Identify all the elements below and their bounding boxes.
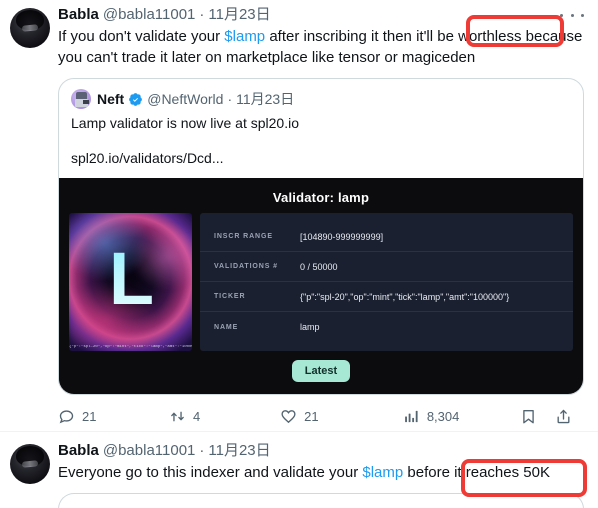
validator-detail-table: INSCR RANGE [104890-999999999] VALIDATIO… <box>200 213 573 351</box>
heart-icon <box>281 409 296 423</box>
tweet-body: Babla @babla11001 · 11月23日 If you don't … <box>58 6 586 431</box>
quoted-text-line2[interactable]: spl20.io/validators/Dcd... <box>71 149 571 168</box>
share-button[interactable] <box>555 408 584 425</box>
quoted-tweet-text: Lamp validator is now live at spl20.io s… <box>71 114 571 168</box>
tweet-date[interactable]: 11月23日 <box>208 442 270 460</box>
tweet-text: Everyone go to this indexer and validate… <box>58 462 584 483</box>
validator-card-title: Validator: lamp <box>272 190 370 205</box>
share-icon <box>557 409 570 423</box>
validator-thumbnail: L {"p":"spl-20","op":"mint","tick":"lamp… <box>69 213 192 351</box>
quoted-tweet[interactable]: Neft @NeftWorld · 11月23日 Lamp validator … <box>58 78 584 395</box>
separator-dot: · <box>199 6 205 23</box>
row-value: [104890-999999999] <box>300 231 384 242</box>
validator-card-footer: Latest <box>69 351 573 384</box>
tweet-primary[interactable]: Babla @babla11001 · 11月23日 If you don't … <box>0 0 598 431</box>
tweet-date[interactable]: 11月23日 <box>208 6 270 24</box>
twitter-feed: Babla @babla11001 · 11月23日 If you don't … <box>0 0 598 508</box>
row-value: 0 / 50000 <box>300 261 338 272</box>
author-display-name[interactable]: Babla <box>58 442 99 460</box>
cashtag-link[interactable]: $lamp <box>224 28 265 45</box>
bookmark-icon <box>522 409 534 423</box>
tweet-text-part1: If you don't validate your <box>58 28 225 45</box>
author-display-name[interactable]: Babla <box>58 6 99 24</box>
tweet-header: Babla @babla11001 · 11月23日 <box>58 6 584 24</box>
thumbnail-caption: {"p":"spl-20","op":"mint","tick":"lamp",… <box>69 345 192 349</box>
tweet-body: Babla @babla11001 · 11月23日 Everyone go t… <box>58 442 586 508</box>
bookmark-button[interactable] <box>520 408 555 425</box>
quoted-avatar[interactable] <box>71 89 91 109</box>
quoted-tweet-date[interactable]: 11月23日 <box>236 90 294 108</box>
like-button[interactable]: 21 <box>280 408 403 425</box>
table-row: VALIDATIONS # 0 / 50000 <box>200 252 573 282</box>
verified-badge-icon <box>129 92 143 106</box>
dot <box>581 13 584 17</box>
retweet-button[interactable]: 4 <box>169 408 280 425</box>
dot <box>570 13 574 17</box>
table-row: NAME lamp <box>200 312 573 342</box>
avatar-column <box>10 442 58 508</box>
avatar[interactable] <box>10 8 50 48</box>
row-label: INSCR RANGE <box>214 233 273 240</box>
quoted-author-handle[interactable]: @NeftWorld <box>147 90 223 108</box>
latest-badge[interactable]: Latest <box>291 360 351 382</box>
author-handle[interactable]: @babla11001 <box>103 6 196 24</box>
row-label: VALIDATIONS # <box>214 263 278 270</box>
validator-card-body: L {"p":"spl-20","op":"mint","tick":"lamp… <box>69 213 573 351</box>
more-options-button[interactable] <box>560 6 584 24</box>
row-label: TICKER <box>214 293 246 300</box>
quoted-author-display-name[interactable]: Neft <box>97 90 124 108</box>
tweet-text-part2: before it reaches 50K <box>403 464 550 481</box>
tweet-text-part1: Everyone go to this indexer and validate… <box>58 464 363 481</box>
row-label: NAME <box>214 323 239 331</box>
quoted-author-row: Neft @NeftWorld · 11月23日 <box>71 89 571 109</box>
cashtag-link[interactable]: $lamp <box>362 464 403 481</box>
quoted-separator-dot: · <box>227 91 233 107</box>
author-handle[interactable]: @babla11001 <box>103 442 196 460</box>
tweet-secondary[interactable]: Babla @babla11001 · 11月23日 Everyone go t… <box>0 432 598 508</box>
retweet-icon <box>171 411 184 421</box>
reply-icon <box>59 409 74 423</box>
retweet-count: 4 <box>193 408 201 424</box>
analytics-icon <box>404 410 418 422</box>
tweet-text: If you don't validate your $lamp after i… <box>58 26 584 68</box>
validator-card: Validator: lamp L {"p":"spl-20","op":"mi… <box>59 178 583 394</box>
quoted-tweet-partial[interactable] <box>58 493 584 508</box>
reply-button[interactable]: 21 <box>58 408 169 425</box>
row-value: {"p":"spl-20","op":"mint","tick":"lamp",… <box>300 291 510 302</box>
tweet-action-bar: 21 4 21 8,304 <box>58 401 584 431</box>
dot <box>560 13 563 17</box>
view-count: 8,304 <box>426 408 460 424</box>
quoted-text-line1: Lamp validator is now live at spl20.io <box>71 115 300 131</box>
tweet-header: Babla @babla11001 · 11月23日 <box>58 442 584 460</box>
separator-dot: · <box>199 442 205 459</box>
table-row: INSCR RANGE [104890-999999999] <box>200 222 573 252</box>
quoted-tweet-header-area: Neft @NeftWorld · 11月23日 Lamp validator … <box>59 79 583 178</box>
lamp-logo-letter: L <box>108 237 154 321</box>
avatar-column <box>10 6 58 431</box>
avatar[interactable] <box>10 444 50 484</box>
table-row: TICKER {"p":"spl-20","op":"mint","tick":… <box>200 282 573 312</box>
views-button[interactable]: 8,304 <box>403 408 520 425</box>
reply-count: 21 <box>82 408 97 424</box>
row-value: lamp <box>300 322 320 332</box>
like-count: 21 <box>304 408 319 424</box>
